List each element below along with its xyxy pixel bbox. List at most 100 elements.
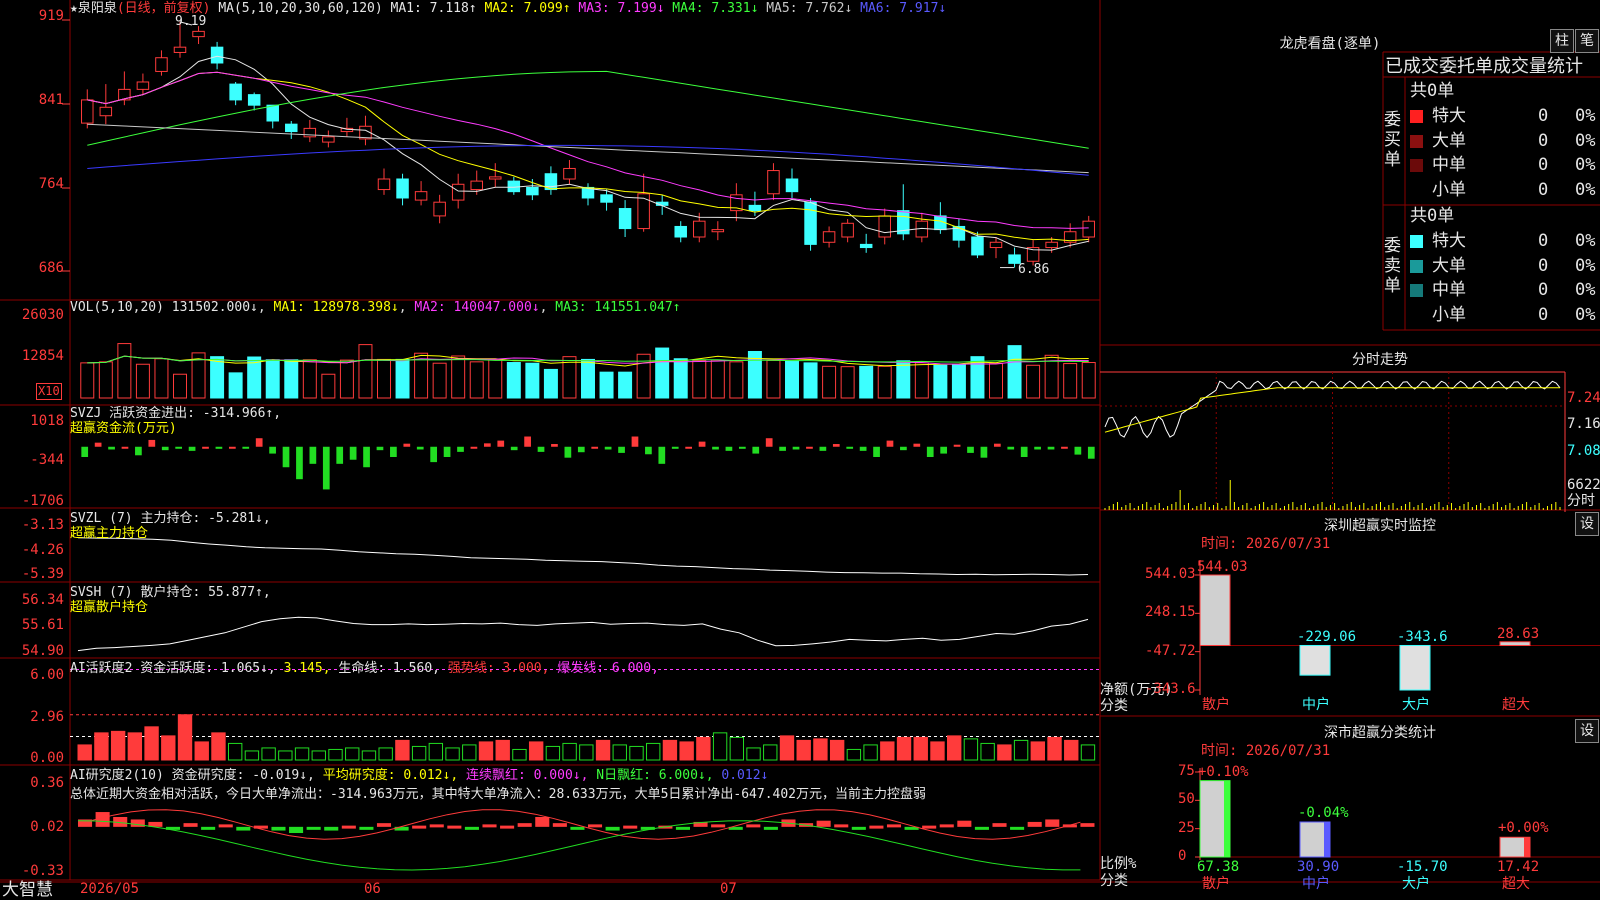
order-row-v: 0: [1538, 106, 1549, 126]
fund-flow-bar: [135, 446, 142, 456]
order-row-v: 0: [1538, 280, 1549, 300]
volume-bar: [896, 360, 911, 399]
ai-active-bar: [896, 736, 912, 761]
ai-active-bar: [127, 732, 143, 761]
order-row-name: 小单: [1432, 179, 1466, 200]
buy-total: 共0单: [1410, 81, 1455, 101]
ai-active-axis-3: 0.00: [30, 750, 64, 766]
ai-research-bar: [218, 824, 233, 828]
intraday-avg-line: [1104, 387, 1560, 433]
fund-flow-bar: [1034, 446, 1041, 450]
ai-active-bar: [211, 732, 226, 761]
candle-body: [822, 231, 836, 243]
order-row-name: 特大: [1432, 231, 1466, 251]
tick-mode-button[interactable]: 笔: [1575, 29, 1599, 53]
ai-active-bar: [846, 748, 862, 761]
ai-active-bar: [612, 744, 627, 761]
volume-bar: [469, 361, 484, 399]
svzj-axis-2: -344: [30, 452, 64, 468]
fund-flow-bar: [416, 446, 424, 450]
volume-bar: [432, 362, 447, 399]
classify-bar-value: 17.42: [1497, 859, 1540, 875]
fund-flow-bar: [953, 444, 961, 447]
volume-bar: [655, 347, 670, 399]
fund-flow-bar: [457, 446, 464, 452]
ai-research-bar: [851, 826, 866, 830]
classify-axis-label: 50: [1178, 791, 1195, 808]
candle-body: [414, 191, 428, 201]
intraday-vol-max: 6622: [1567, 477, 1600, 493]
fund-flow-bar: [752, 446, 760, 454]
fund-flow-bar: [604, 446, 612, 450]
ai-active-bar: [495, 739, 510, 761]
volume-bar: [859, 365, 874, 399]
ai-research-bar: [763, 826, 778, 830]
vol-ma2: MA2: 140047.000↓: [414, 300, 540, 315]
fund-flow-bar: [430, 446, 438, 463]
ai-active-bar: [963, 738, 979, 761]
fund-flow-bar: [376, 446, 384, 451]
fund-flow-bar: [524, 436, 531, 447]
order-swatch: [1410, 284, 1423, 297]
classify-bar-change: +0.10%: [1198, 763, 1249, 780]
ma2-value: MA2: 7.099↑: [484, 1, 571, 16]
price-axis-3: 764: [38, 176, 64, 192]
sell-total: 共0单: [1410, 206, 1455, 226]
monitor-bar-value: 544.03: [1197, 559, 1248, 575]
volume-bar: [599, 371, 614, 399]
ai-active-bar: [1013, 739, 1029, 761]
order-row-p: 0%: [1575, 231, 1596, 251]
monitor-settings-button[interactable]: 设: [1575, 512, 1599, 536]
volume-bar: [673, 358, 688, 399]
chart-canvas[interactable]: [0, 0, 1600, 900]
ai-research-bar: [464, 826, 479, 830]
svsh-line2: 超赢散户持仓: [70, 600, 149, 615]
volume-bar: [135, 363, 150, 399]
ai-active-bar: [562, 742, 577, 761]
ai-active-bar: [997, 744, 1012, 761]
fund-flow-bar: [228, 446, 236, 449]
bar-mode-button[interactable]: 柱: [1550, 29, 1574, 53]
candle-body: [971, 236, 984, 256]
volume-unit: X10: [36, 383, 62, 400]
ai-research-bar: [1010, 826, 1025, 830]
ma5-line: [87, 123, 1089, 174]
ai-research-bar: [359, 826, 374, 830]
volume-bar: [154, 358, 169, 399]
ai-research-nday: N日飘红: 6.000↓,: [596, 768, 714, 783]
fund-flow-bar: [497, 440, 505, 447]
price-axis-4: 686: [38, 260, 64, 276]
ai-research-bar: [922, 825, 937, 829]
volume-bar: [914, 362, 929, 399]
ai-research-bar: [886, 824, 902, 828]
ai-active-bar: [829, 739, 845, 761]
volume-bar: [488, 359, 503, 399]
classify-settings-button[interactable]: 设: [1575, 719, 1599, 743]
fund-flow-bar: [926, 446, 934, 457]
candle-body: [451, 183, 465, 201]
svsh-axis-2: 55.61: [21, 617, 64, 633]
date-label-3: 07: [720, 881, 737, 897]
fund-flow-bar: [537, 446, 545, 452]
ai-active-bar: [144, 726, 159, 761]
ai-active-bar: [528, 741, 544, 761]
candle-body: [785, 178, 799, 193]
monitor-category: 超大: [1502, 697, 1530, 713]
fund-flow-bar: [483, 443, 491, 447]
fund-flow-bar: [255, 438, 263, 447]
candle-body: [693, 220, 706, 238]
ai-research-bar: [341, 825, 356, 829]
ma6-line: [87, 144, 1089, 176]
order-swatch: [1410, 235, 1423, 248]
order-row-v: 0: [1538, 130, 1549, 151]
fund-flow-bar: [900, 446, 907, 451]
classify-title: 深市超赢分类统计: [1324, 725, 1436, 741]
volume-header: VOL(5,10,20) 131502.000↓, MA1: 128978.39…: [70, 300, 681, 315]
classify-category: 中户: [1302, 876, 1330, 892]
star-icon[interactable]: ★: [70, 1, 78, 16]
main-hold-line: [77, 537, 1089, 576]
fund-flow-bar: [738, 446, 746, 449]
candle-body: [859, 243, 873, 249]
ma4-line: [87, 70, 1089, 149]
classify-unit: 比例%: [1100, 856, 1137, 872]
